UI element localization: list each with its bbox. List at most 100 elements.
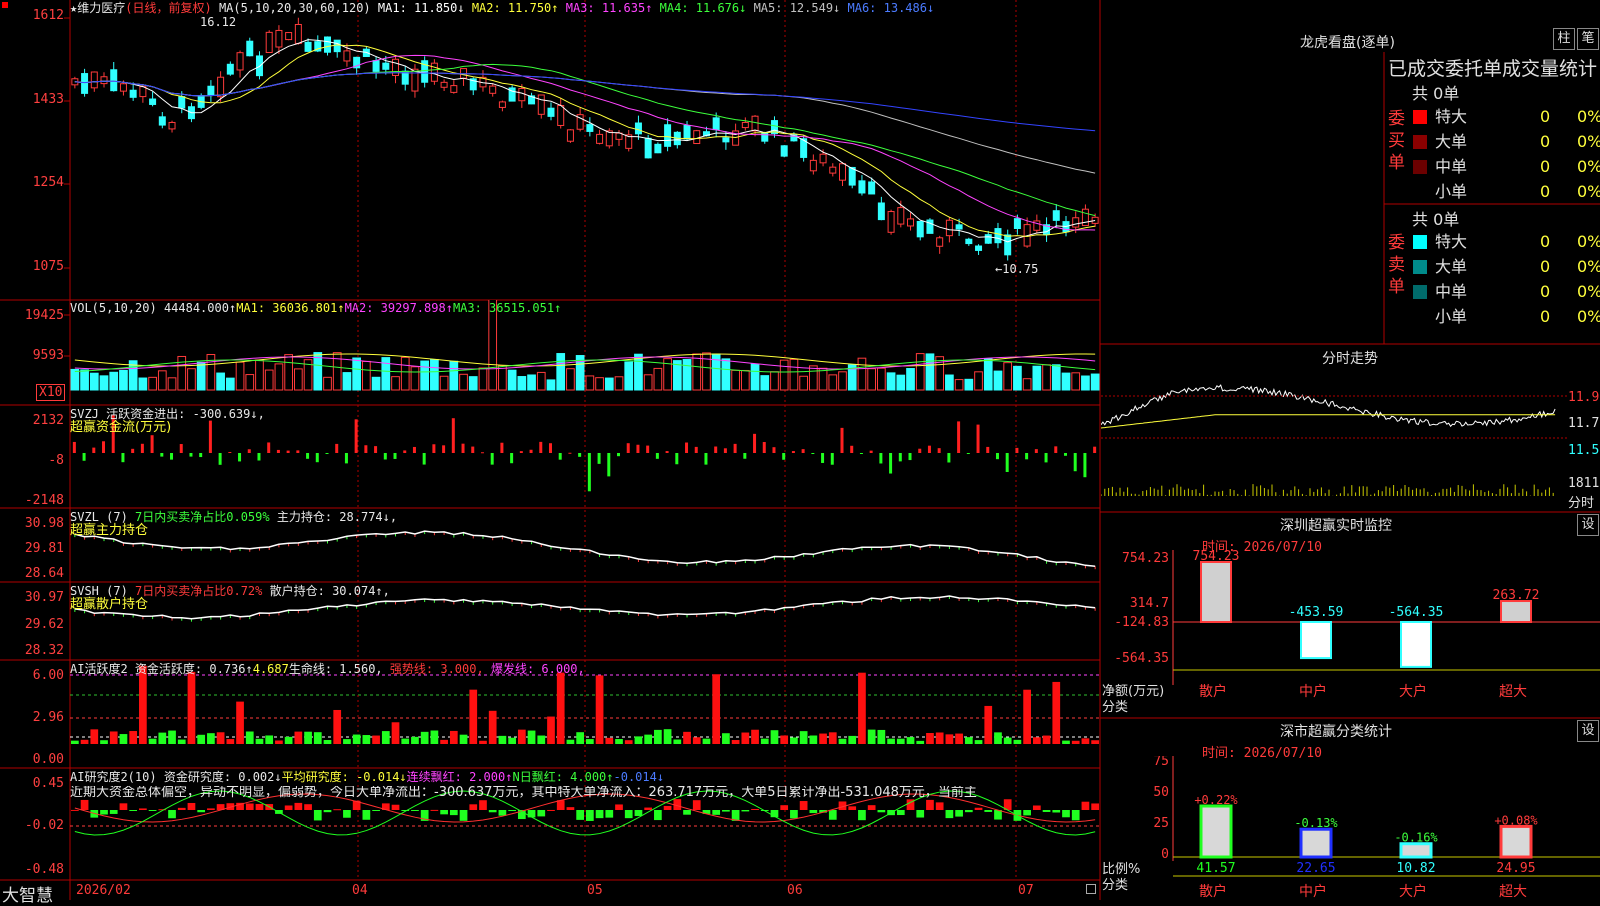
ma-line-30 (74, 63, 1096, 217)
flow-bar (247, 449, 251, 453)
activity-bar (148, 738, 157, 744)
flow-bar (665, 451, 669, 453)
candlestick-chart[interactable] (70, 0, 1100, 300)
flow-bar (772, 447, 776, 453)
candle-body (975, 245, 983, 251)
activity-bar (935, 732, 944, 744)
volume-bar (89, 372, 99, 391)
research-bar (867, 805, 876, 810)
flow-bar (995, 453, 999, 460)
svsh-axis-1: 29.62 (24, 617, 64, 632)
activity-bar (741, 732, 750, 744)
order-type: 小单 (1435, 307, 1468, 326)
activity-bar (644, 734, 653, 744)
flow-bar (694, 446, 698, 453)
volume-bar (362, 360, 371, 391)
cls-category: 散户 (1199, 883, 1227, 900)
sz-monitor-settings-button[interactable]: 设 (1577, 514, 1599, 536)
research-bar (488, 810, 497, 813)
activity-bar (1013, 739, 1022, 744)
research-bar (624, 810, 633, 819)
sz-value: -564.35 (1389, 605, 1444, 620)
volume-chart[interactable] (70, 300, 1100, 405)
candle-body (178, 96, 186, 109)
intraday-title: 分时走势 (1322, 351, 1378, 367)
volume-bar (808, 365, 818, 391)
flow-bar (607, 453, 611, 477)
research-bar (294, 802, 303, 810)
volume-bar (157, 370, 167, 391)
candle-body (819, 153, 827, 164)
cls-ratio-chart[interactable]: 75 50 25 0 +0.22% 41.57 散户 -0.13% 22.65 中户 -0.16% 1… (1101, 756, 1600, 900)
candle-body (547, 107, 555, 117)
chart-mode[interactable]: (日线，前复权) (125, 1, 211, 15)
ma-value-6: MA6: 13.486↓ (847, 1, 935, 15)
lock-icon[interactable] (1086, 884, 1096, 894)
cls-bar (1399, 842, 1433, 859)
candle-body (712, 117, 720, 131)
activity-bar (673, 739, 682, 744)
svsh-legend: SVSH (7) 7日内买卖净占比0.72% 散户持仓: 30.074↑, (70, 584, 390, 598)
volume-bar (1081, 375, 1090, 391)
volume-bar (1003, 362, 1013, 391)
sz-netflow-chart[interactable]: 754.23 314.7 -124.83 -564.35 754.23 散户 -453.59… (1101, 550, 1600, 700)
activity-bar (168, 730, 176, 744)
volume-scale-badge[interactable]: X10 (36, 384, 66, 401)
volume-bar (274, 363, 284, 391)
volume-bar (167, 377, 177, 391)
order-swatch (1413, 110, 1427, 124)
candle-body (644, 137, 652, 159)
volume-bar (682, 359, 692, 391)
volume-bar (323, 376, 332, 391)
activity-bar (459, 734, 468, 744)
sz-value: 754.23 (1193, 550, 1240, 564)
intraday-avg-line (1101, 414, 1556, 429)
candle-body (265, 31, 273, 53)
volume-bar (410, 366, 420, 391)
volume-bar (1090, 373, 1100, 391)
order-swatch (1413, 160, 1427, 174)
volume-bar (595, 377, 604, 391)
research-bar (1052, 810, 1061, 813)
research-bar (71, 809, 79, 811)
research-bar (537, 810, 546, 817)
flow-bar (918, 448, 922, 453)
price-axis-0: 1612 (32, 8, 64, 23)
flow-bar (1044, 453, 1048, 463)
research-bar (828, 810, 837, 820)
volume-bar (585, 375, 595, 391)
flow-bar (374, 446, 378, 453)
order-percent: 0% (1577, 257, 1600, 276)
research-bar (586, 810, 594, 821)
candle-body (877, 202, 885, 221)
svzj-sub: 超赢资金流(万元) (70, 420, 172, 435)
order-percent: 0% (1577, 282, 1600, 301)
volume-bar (760, 375, 770, 391)
ai-research-chart[interactable] (70, 768, 1100, 880)
cls-settings-button[interactable]: 设 (1577, 720, 1599, 742)
candle-body (372, 60, 380, 72)
vol-ma3: MA3: 36515.051↑ (452, 301, 562, 315)
ai2-tail: -0.014↓ (613, 770, 665, 784)
cls-axis-label: 75 (1153, 756, 1169, 769)
volume-bar (604, 377, 614, 391)
candle-body (848, 166, 856, 186)
flow-bar (879, 453, 883, 464)
candle-body (343, 50, 351, 62)
volume-bar (1022, 378, 1032, 391)
volume-bar (925, 353, 935, 391)
activity-bar (712, 674, 721, 744)
research-bar (654, 810, 662, 821)
brand-logo[interactable]: 大智慧 (2, 881, 53, 906)
intraday-chart[interactable] (1101, 366, 1567, 512)
activity-bar (537, 735, 546, 744)
activity-bar (71, 740, 79, 744)
column-view-button[interactable]: 柱 (1553, 28, 1575, 50)
research-bar (566, 807, 575, 810)
sz-category-label: 分类 (1102, 700, 1129, 715)
research-bar (197, 810, 206, 813)
tick-view-button[interactable]: 笔 (1577, 28, 1599, 50)
volume-bar (896, 374, 906, 391)
ai-activity-chart[interactable] (70, 660, 1100, 768)
activity-bar (702, 738, 711, 744)
